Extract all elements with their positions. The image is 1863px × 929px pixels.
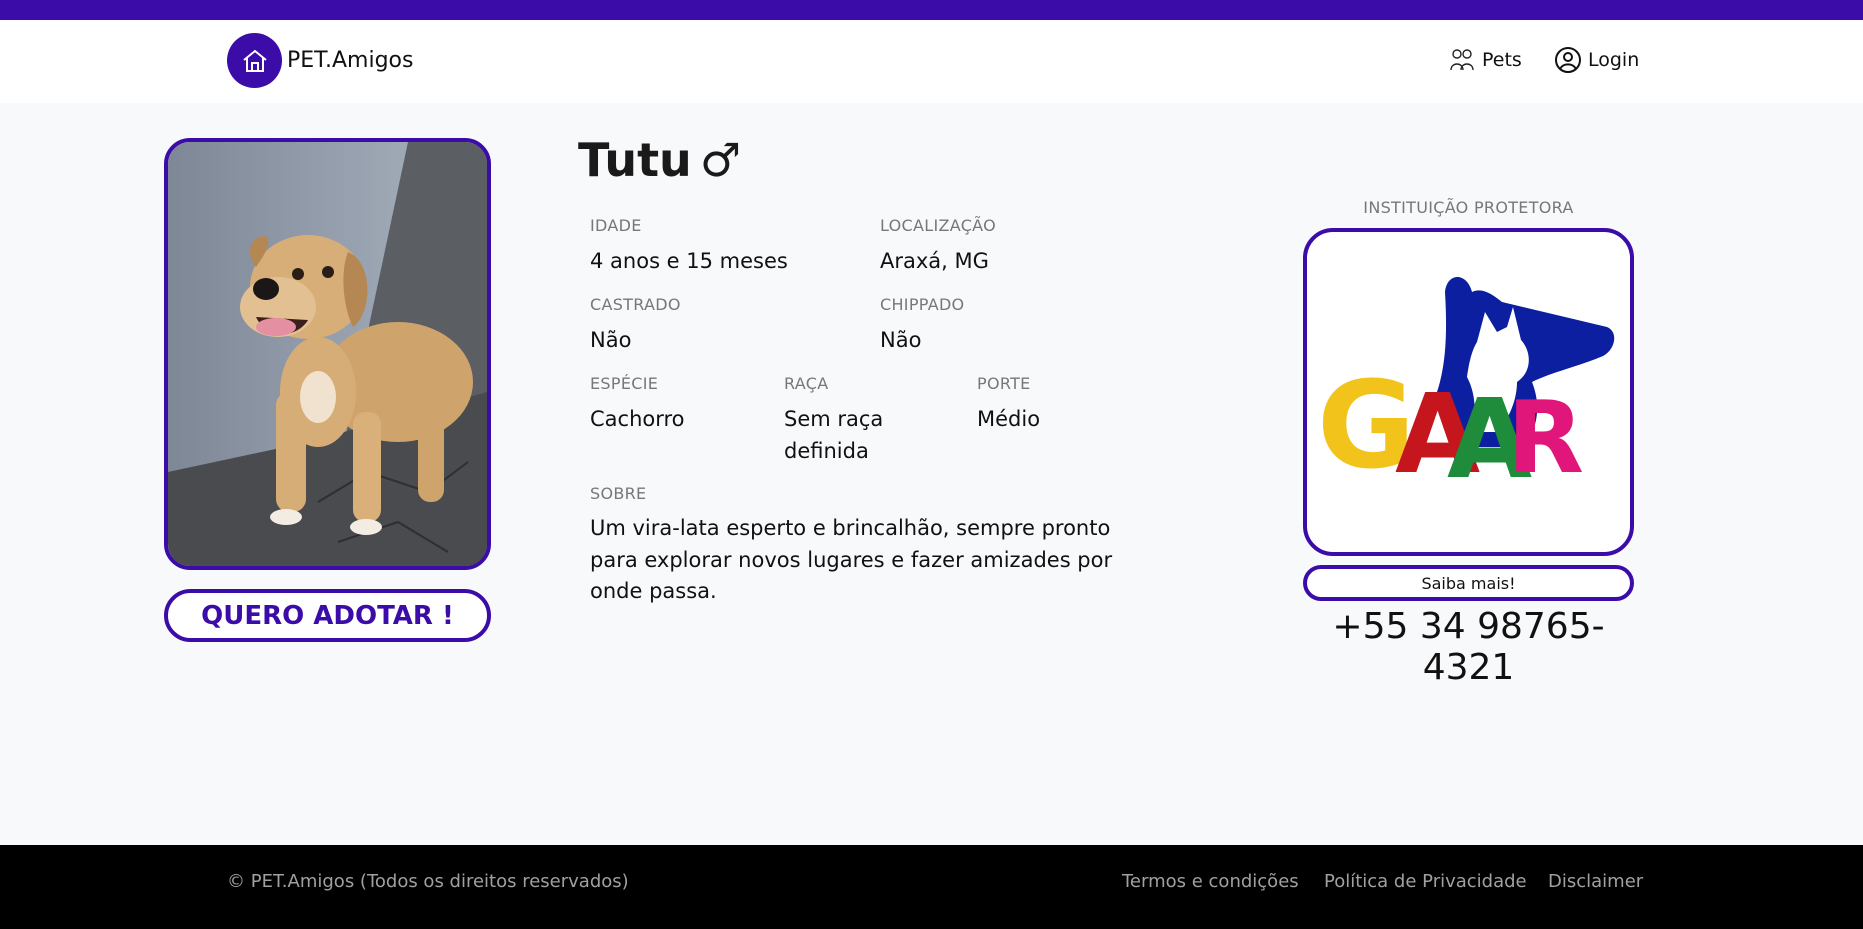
- saiba-mais-button[interactable]: Saiba mais!: [1303, 565, 1634, 601]
- nav-pets-link[interactable]: Pets: [1448, 46, 1522, 74]
- porte-label: PORTE: [977, 374, 1031, 393]
- especie-label: ESPÉCIE: [590, 374, 659, 393]
- site-footer: © PET.Amigos (Todos os direitos reservad…: [0, 845, 1863, 929]
- idade-label: IDADE: [590, 216, 642, 235]
- nav-pets-label: Pets: [1482, 49, 1522, 71]
- idade-value: 4 anos e 15 meses: [590, 249, 788, 273]
- sobre-text-line2: para explorar novos lugares e fazer amiz…: [590, 548, 1113, 572]
- chippado-value: Não: [880, 328, 922, 352]
- localizacao-value: Araxá, MG: [880, 249, 989, 273]
- terms-link[interactable]: Termos e condições: [1122, 871, 1299, 892]
- nav-login-link[interactable]: Login: [1554, 46, 1639, 74]
- pet-name-heading: Tutu ♂: [578, 133, 741, 187]
- pet-name: Tutu: [578, 133, 692, 187]
- castrado-value: Não: [590, 328, 632, 352]
- localizacao-label: LOCALIZAÇÃO: [880, 216, 997, 235]
- institution-logo: G A A R: [1303, 228, 1634, 556]
- svg-text:R: R: [1507, 379, 1584, 496]
- raca-value-line1: Sem raça: [784, 407, 884, 431]
- especie-value: Cachorro: [590, 407, 685, 431]
- brand-name: PET.Amigos: [287, 48, 414, 73]
- nav-login-label: Login: [1588, 49, 1640, 71]
- institution-title: INSTITUIÇÃO PROTETORA: [1363, 198, 1574, 217]
- user-circle-icon: [1555, 47, 1581, 73]
- privacy-link[interactable]: Política de Privacidade: [1324, 871, 1527, 892]
- top-accent-bar: [0, 0, 1863, 20]
- sobre-text-line3: onde passa.: [590, 579, 717, 603]
- copyright-text: © PET.Amigos (Todos os direitos reservad…: [227, 871, 629, 892]
- sobre-text-line1: Um vira-lata esperto e brincalhão, sempr…: [590, 516, 1111, 540]
- disclaimer-link[interactable]: Disclaimer: [1548, 871, 1643, 892]
- male-icon: ♂: [699, 133, 742, 187]
- site-header: PET.Amigos Pets Login: [0, 20, 1863, 103]
- pet-photo: [164, 138, 491, 570]
- brand-home-link[interactable]: PET.Amigos: [227, 33, 413, 88]
- sobre-label: SOBRE: [590, 484, 647, 503]
- castrado-label: CASTRADO: [590, 295, 681, 314]
- raca-value-line2: definida: [784, 439, 869, 463]
- adopt-button[interactable]: QUERO ADOTAR !: [164, 589, 491, 642]
- institution-phone: +55 34 98765-4321: [1332, 606, 1605, 688]
- pets-icon: [1450, 49, 1474, 71]
- home-icon: [227, 33, 282, 88]
- chippado-label: CHIPPADO: [880, 295, 965, 314]
- porte-value: Médio: [977, 407, 1041, 431]
- raca-label: RAÇA: [784, 374, 829, 393]
